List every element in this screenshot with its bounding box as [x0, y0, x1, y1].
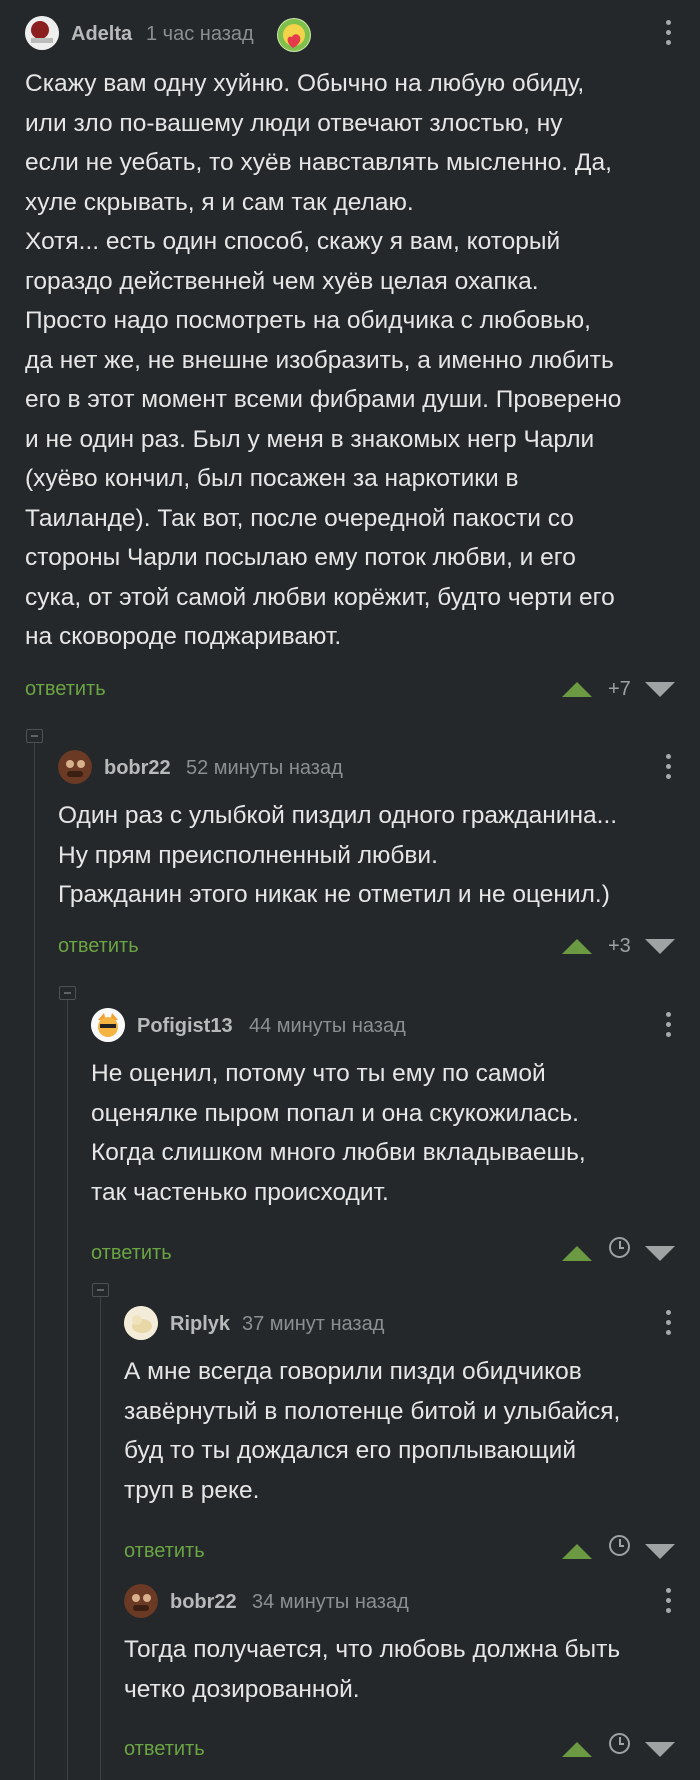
avatar[interactable] — [124, 1584, 158, 1618]
thread-line-level-3 — [100, 1290, 101, 1780]
clock-icon — [609, 1535, 630, 1556]
timestamp: 37 минут назад — [242, 1313, 385, 1335]
author-name[interactable]: Pofigist13 — [137, 1015, 233, 1038]
avatar[interactable] — [25, 16, 59, 50]
reply-button[interactable]: ответить — [25, 678, 106, 701]
more-vertical-icon[interactable] — [666, 1588, 672, 1616]
upvote-icon[interactable] — [562, 682, 592, 697]
author-name[interactable]: bobr22 — [170, 1591, 237, 1614]
collapse-icon[interactable] — [26, 729, 43, 743]
comment: bobr22 52 минуты назад Один раз с улыбко… — [58, 750, 700, 970]
upvote-icon[interactable] — [562, 939, 592, 954]
comment: Adelta 1 час назад Скажу вам одну хуйню.… — [25, 16, 700, 716]
collapse-icon[interactable] — [59, 986, 76, 1000]
comment: Riplyk 37 минут назад А мне всегда говор… — [124, 1306, 700, 1566]
reply-button[interactable]: ответить — [58, 935, 139, 958]
timestamp: 1 час назад — [146, 23, 254, 45]
downvote-icon[interactable] — [645, 939, 675, 954]
avatar[interactable] — [124, 1306, 158, 1340]
comment-text: Не оценил, потому что ты ему по самой оц… — [91, 1060, 586, 1206]
downvote-icon[interactable] — [645, 682, 675, 697]
more-vertical-icon[interactable] — [666, 1012, 672, 1040]
comment-header: bobr22 34 минуты назад — [124, 1584, 700, 1620]
author-name[interactable]: Adelta — [71, 23, 132, 46]
downvote-icon[interactable] — [645, 1544, 675, 1559]
community-badge-icon[interactable] — [277, 18, 311, 52]
avatar[interactable] — [58, 750, 92, 784]
more-vertical-icon[interactable] — [666, 20, 672, 48]
collapse-icon[interactable] — [92, 1283, 109, 1297]
clock-icon — [609, 1237, 630, 1258]
more-vertical-icon[interactable] — [666, 1310, 672, 1338]
author-name[interactable]: Riplyk — [170, 1313, 230, 1336]
comment: bobr22 34 минуты назад Тогда получается,… — [124, 1584, 700, 1774]
thread-line-level-2 — [67, 993, 68, 1780]
upvote-icon[interactable] — [562, 1246, 592, 1261]
rating-score: +7 — [608, 678, 631, 700]
avatar[interactable] — [91, 1008, 125, 1042]
upvote-icon[interactable] — [562, 1544, 592, 1559]
downvote-icon[interactable] — [645, 1742, 675, 1757]
comment-text: Тогда получается, что любовь должна быть… — [124, 1636, 621, 1703]
comment: Pofigist13 44 минуты назад Не оценил, по… — [91, 1008, 700, 1268]
timestamp: 34 минуты назад — [252, 1591, 409, 1613]
reply-button[interactable]: ответить — [91, 1242, 172, 1265]
downvote-icon[interactable] — [645, 1246, 675, 1261]
comment-header: Pofigist13 44 минуты назад — [91, 1008, 700, 1044]
comment-header: Riplyk 37 минут назад — [124, 1306, 700, 1342]
comment-header: bobr22 52 минуты назад — [58, 750, 700, 786]
comment-text: Скажу вам одну хуйню. Обычно на любую об… — [25, 70, 622, 650]
reply-button[interactable]: ответить — [124, 1540, 205, 1563]
comment-header: Adelta 1 час назад — [25, 16, 700, 52]
reply-button[interactable]: ответить — [124, 1738, 205, 1761]
upvote-icon[interactable] — [562, 1742, 592, 1757]
clock-icon — [609, 1733, 630, 1754]
author-name[interactable]: bobr22 — [104, 757, 171, 780]
rating-score: +3 — [608, 935, 631, 957]
thread-line-level-1 — [34, 736, 35, 1780]
more-vertical-icon[interactable] — [666, 754, 672, 782]
timestamp: 44 минуты назад — [249, 1015, 406, 1037]
timestamp: 52 минуты назад — [186, 757, 343, 779]
comment-text: А мне всегда говорили пизди обидчиков за… — [124, 1358, 621, 1504]
comment-text: Один раз с улыбкой пиздил одного граждан… — [58, 802, 618, 908]
